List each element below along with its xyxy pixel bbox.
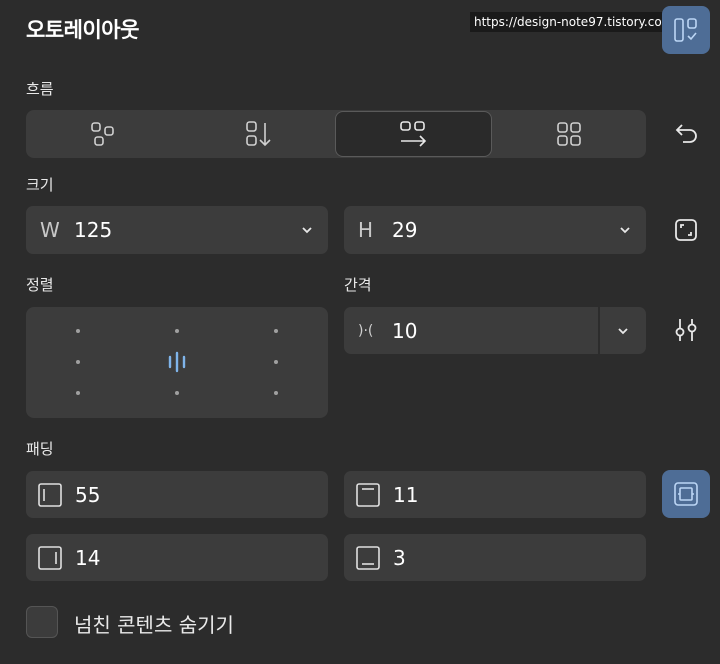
width-prefix: W [40,218,60,242]
padding-right-field[interactable]: 14 [26,534,328,581]
flow-segmented-control [26,110,646,158]
height-field[interactable]: H 29 [344,206,646,254]
individual-padding-button[interactable] [662,470,710,518]
flow-label: 흐름 [26,80,54,98]
panel-title: 오토레이아웃 [26,18,139,42]
chevron-down-icon [620,227,630,234]
layout-mode-button[interactable] [662,6,710,54]
align-top-left[interactable] [76,329,80,333]
alignment-label: 정렬 [26,276,54,294]
resize-to-fit-icon [675,219,697,241]
padding-bottom-icon [356,545,380,570]
padding-bottom-field[interactable]: 3 [344,534,646,581]
wrap-button[interactable] [666,114,706,154]
align-middle-left[interactable] [76,360,80,364]
individual-padding-icon [674,482,698,506]
width-field[interactable]: W 125 [26,206,328,254]
flow-option-horizontal[interactable] [335,111,492,157]
wrap-return-icon [675,124,697,143]
align-middle-right[interactable] [274,360,278,364]
padding-left-value[interactable]: 55 [75,483,100,507]
alignment-grid[interactable] [26,307,328,418]
gap-dropdown[interactable] [598,307,646,354]
height-value[interactable]: 29 [392,218,417,242]
chevron-down-icon [302,227,312,234]
gap-label: 간격 [344,276,372,294]
flow-option-freeform[interactable] [26,110,181,158]
padding-label: 패딩 [26,440,54,458]
padding-top-value[interactable]: 11 [393,483,418,507]
size-label: 크기 [26,176,54,194]
align-bottom-left[interactable] [76,391,80,395]
layout-settings-button[interactable] [666,310,706,350]
padding-left-icon [38,482,62,507]
width-dropdown[interactable] [300,223,314,237]
padding-right-value[interactable]: 14 [75,546,100,570]
padding-top-field[interactable]: 11 [344,471,646,518]
clip-content-checkbox[interactable] [26,606,58,638]
height-dropdown[interactable] [618,223,632,237]
sliders-icon [675,319,697,341]
grid-icon [556,122,581,146]
align-top-right[interactable] [274,329,278,333]
align-middle-center-selected[interactable] [166,351,188,377]
horizontal-flow-icon [400,121,427,147]
padding-left-field[interactable]: 55 [26,471,328,518]
width-value[interactable]: 125 [74,218,112,242]
resize-to-fit-button[interactable] [666,210,706,250]
center-align-icon [168,351,186,373]
padding-top-icon [356,482,380,507]
chevron-down-icon [618,327,628,334]
watermark-url: https://design-note97.tistory.com [470,12,678,32]
layout-panel-check-icon [674,18,697,42]
clip-content-label: 넘친 콘텐츠 숨기기 [74,613,234,637]
align-bottom-right[interactable] [274,391,278,395]
gap-value[interactable]: 10 [392,319,417,343]
padding-bottom-value[interactable]: 3 [393,546,406,570]
flow-option-grid[interactable] [492,110,647,158]
align-top-center[interactable] [175,329,179,333]
align-bottom-center[interactable] [175,391,179,395]
flow-option-vertical[interactable] [181,110,336,158]
height-prefix: H [358,218,374,242]
freeform-icon [91,122,115,146]
gap-field[interactable]: )·( 10 [344,307,646,354]
vertical-flow-icon [245,121,271,147]
gap-prefix-icon: )·( [358,322,374,339]
padding-right-icon [38,545,62,570]
